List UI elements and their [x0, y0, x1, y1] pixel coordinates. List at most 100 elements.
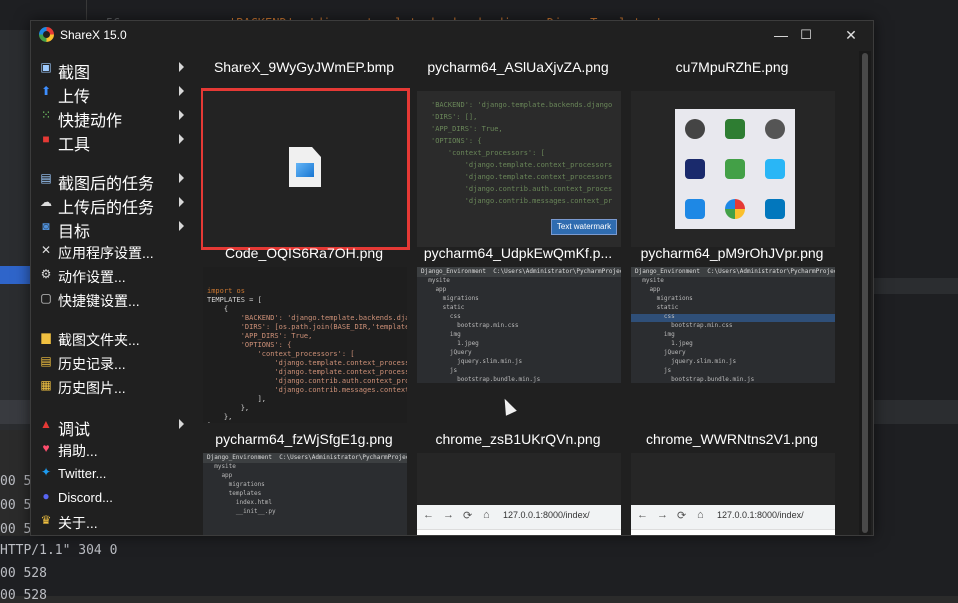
snippet-line: migrations: [207, 481, 265, 488]
snippet-line: 'django.contrib.messages.context_pr: [431, 197, 613, 205]
snippet-line: 'DIRS': [os.path.join(BASE_DIR,'template…: [240, 323, 407, 331]
thumbnail-filename: chrome_zsB1UKrQVn.png: [435, 431, 601, 447]
scrollbar-thumb[interactable]: [862, 53, 868, 533]
menu-item-app-settings[interactable]: ✕ 应用程序设置...: [37, 240, 189, 262]
thumbnail-image[interactable]: import os TEMPLATES = [ { 'BACKEND': 'dja…: [203, 267, 407, 423]
submenu-arrow-icon: [179, 62, 184, 72]
snippet-line: 'OPTIONS': {: [207, 341, 292, 349]
close-button[interactable]: ✕: [828, 21, 874, 49]
thumbnail-item[interactable]: Code_OQIS6Ra7OH.png import os TEMPLATES =…: [201, 237, 407, 423]
thumbnail-filename: chrome_WWRNtns2V1.png: [646, 431, 818, 447]
thumbnail-filename: Code_OQIS6Ra7OH.png: [225, 245, 383, 261]
snippet-line: migrations: [635, 295, 693, 302]
snippet-line: jquery.slim.min.js: [635, 358, 737, 365]
menu-item-image-history[interactable]: ▦ 历史图片...: [37, 375, 189, 397]
main-menu: ▣ 截图 ⬆ 上传 ⁙ 快捷动作 ■ 工具 ▤ 截图后的任务 ☁ 上传后的任务: [31, 53, 193, 533]
donate-icon: ♥: [42, 441, 50, 455]
vertical-scrollbar[interactable]: [859, 51, 871, 535]
menu-item-tools[interactable]: ■ 工具: [37, 129, 189, 154]
title-bar[interactable]: ShareX 15.0 — ☐ ✕: [31, 21, 873, 49]
menu-item-screenshots-folder[interactable]: ▆ 截图文件夹...: [37, 327, 189, 349]
snippet-line: 'django.template.context_processors.debu…: [274, 359, 407, 367]
menu-item-discord[interactable]: ● Discord...: [37, 486, 189, 508]
snippet-line: Django_Environment C:\Users\Administrato…: [421, 268, 621, 275]
snippet-line: 'django.template.context_processors: [431, 161, 613, 169]
menu-item-twitter[interactable]: ✦ Twitter...: [37, 462, 189, 484]
about-icon: ♛: [40, 513, 52, 527]
snippet-line: 'django.template.context_processors: [431, 173, 613, 181]
thumbnail-image[interactable]: [631, 91, 835, 247]
thumbnail-item[interactable]: cu7MpuRZhE.png: [629, 51, 835, 247]
maximize-button[interactable]: ☐: [783, 21, 829, 49]
url-text: 127.0.0.1:8000/index/: [717, 510, 804, 520]
destinations-icon: ◙: [42, 219, 50, 233]
menu-item-history[interactable]: ▤ 历史记录...: [37, 351, 189, 373]
console-line: 00 528: [0, 566, 47, 581]
thumbnail-item[interactable]: pycharm64_pM9rOhJVpr.png Django_Environm…: [629, 237, 835, 423]
thumbnail-item[interactable]: pycharm64_UdpkEwQmKf.p... Django_Environ…: [415, 237, 621, 423]
thumbnail-filename: pycharm64_pM9rOhJVpr.png: [640, 245, 824, 261]
snippet-line: TEMPLATES = [: [207, 296, 262, 304]
menu-item-capture[interactable]: ▣ 截图: [37, 57, 189, 82]
thumbnail-image[interactable]: Django_Environment C:\Users\Administrato…: [203, 453, 407, 535]
snippet-line: jQuery: [421, 349, 472, 356]
snippet-line: 'DIRS': [],: [431, 113, 478, 121]
sharex-logo-icon: [39, 27, 54, 42]
menu-item-hotkey-settings[interactable]: ▢ 快捷键设置...: [37, 288, 189, 310]
url-text: 127.0.0.1:8000/index/: [503, 510, 590, 520]
thumbnail-item[interactable]: pycharm64_ASlUaXjvZA.png 'BACKEND': 'dja…: [415, 51, 621, 247]
snippet-line: migrations: [421, 295, 479, 302]
snippet-line: 'APP_DIRS': True,: [207, 332, 313, 340]
menu-item-task-settings[interactable]: ⚙ 动作设置...: [37, 264, 189, 286]
snippet-line: 1.jpeg: [421, 340, 479, 347]
snippet-line: 'django.template.context_processors.requ…: [274, 368, 407, 376]
menu-item-destinations[interactable]: ◙ 目标: [37, 216, 189, 241]
menu-item-about[interactable]: ♛ 关于...: [37, 510, 189, 532]
snippet-line: jquery.slim.min.js: [421, 358, 523, 365]
thumbnail-item[interactable]: chrome_WWRNtns2V1.png ← → ⟳ ⌂ 127.0.0.1:800…: [629, 423, 835, 535]
thumbnail-filename: pycharm64_UdpkEwQmKf.p...: [423, 245, 613, 261]
ide-right-strip-2: [874, 400, 958, 424]
thumbnail-image[interactable]: [201, 88, 410, 250]
thumbnail-image[interactable]: Django_Environment C:\Users\Administrato…: [631, 267, 835, 383]
snippet-line: static: [421, 304, 465, 311]
menu-item-donate[interactable]: ♥ 捐助...: [37, 438, 189, 460]
snippet-line: mysite: [207, 463, 236, 470]
thumbnail-filename: pycharm64_fzWjSfgE1g.png: [215, 431, 393, 447]
thumbnail-image[interactable]: 'BACKEND': 'django.template.backends.dja…: [417, 91, 621, 247]
ide-right-strip: [874, 278, 958, 294]
thumbnail-item[interactable]: ShareX_9WyGyJWmEP.bmp: [201, 51, 410, 250]
upload-icon: ⬆: [40, 84, 52, 98]
ide-left-selection: [0, 266, 30, 284]
snippet-line: bootstrap.bundle.min.js: [421, 376, 541, 383]
thumbnail-image[interactable]: ← → ⟳ ⌂ 127.0.0.1:8000/index/: [631, 453, 835, 535]
snippet-line: 'django.contrib.messages.context_process…: [274, 386, 407, 394]
snippet-line: js: [421, 367, 458, 374]
after-upload-icon: ☁: [40, 195, 52, 209]
discord-icon: ●: [42, 489, 50, 503]
thumbnail-item[interactable]: chrome_zsB1UKrQVn.png ← → ⟳ ⌂ 127.0.0.1:800…: [415, 423, 621, 535]
menu-item-after-upload[interactable]: ☁ 上传后的任务: [37, 192, 189, 217]
submenu-arrow-icon: [179, 419, 184, 429]
thumbnail-item[interactable]: pycharm64_fzWjSfgE1g.png Django_Environm…: [201, 423, 407, 535]
snippet-line: static: [635, 304, 679, 311]
menu-item-after-capture[interactable]: ▤ 截图后的任务: [37, 168, 189, 193]
submenu-arrow-icon: [179, 197, 184, 207]
menu-item-upload[interactable]: ⬆ 上传: [37, 81, 189, 106]
snippet-line: bootstrap.min.css: [421, 322, 519, 329]
image-history-icon: ▦: [40, 378, 52, 392]
snippet-line: 'django.contrib.auth.context_proces: [431, 185, 613, 193]
tools-icon: ■: [42, 132, 50, 146]
snippet-line: 'BACKEND': 'django.template.backends.dja…: [431, 101, 613, 109]
thumbnail-filename: cu7MpuRZhE.png: [675, 59, 789, 75]
task-settings-icon: ⚙: [40, 267, 52, 281]
thumbnail-image[interactable]: Django_Environment C:\Users\Administrato…: [417, 267, 621, 383]
snippet-line: app: [421, 286, 447, 293]
menu-item-debug[interactable]: ▲ 调试: [37, 414, 189, 439]
menu-item-quick-actions[interactable]: ⁙ 快捷动作: [37, 105, 189, 130]
snippet-line: __init__.py: [207, 508, 276, 515]
submenu-arrow-icon: [179, 134, 184, 144]
thumbnail-image[interactable]: ← → ⟳ ⌂ 127.0.0.1:8000/index/: [417, 453, 621, 535]
snippet-line: css: [421, 313, 461, 320]
snippet-line: ],: [207, 395, 267, 403]
